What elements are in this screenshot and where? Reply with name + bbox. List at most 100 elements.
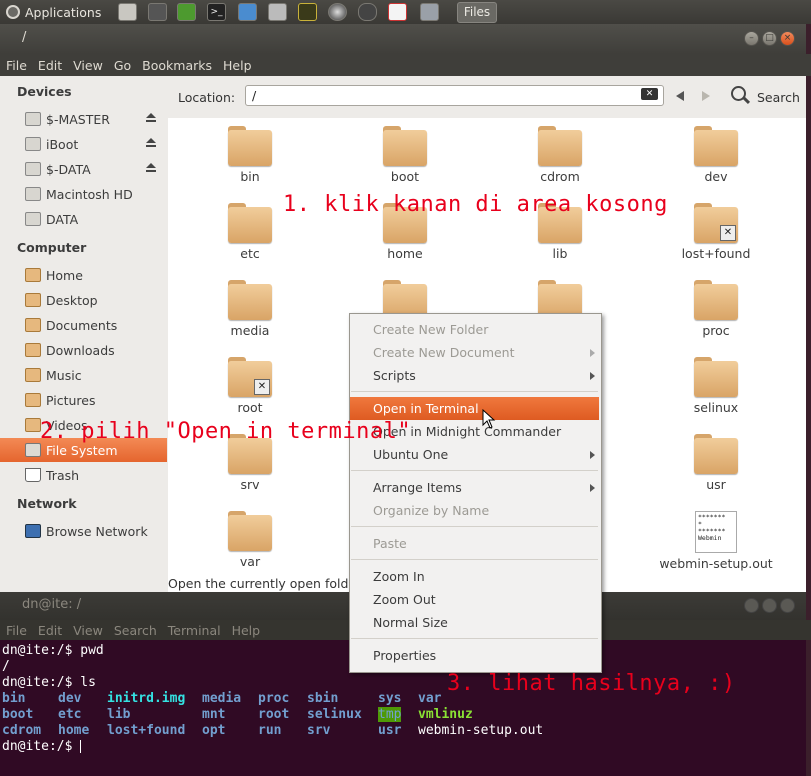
eject-icon[interactable] — [146, 138, 156, 148]
folder-item[interactable]: usr — [656, 434, 776, 508]
sidebar-item-data-volume[interactable]: $-DATA — [0, 157, 167, 181]
folder-item[interactable]: dev — [656, 126, 776, 200]
eject-icon[interactable] — [146, 113, 156, 123]
folder-item[interactable]: cdrom — [500, 126, 620, 200]
folder-label: bin — [240, 169, 260, 184]
ls-entry: lost+found — [107, 723, 186, 738]
menu-item-organize-by-name[interactable]: Organize by Name — [350, 499, 599, 522]
menu-item-paste[interactable]: Paste — [350, 532, 599, 555]
webcam-launcher-icon[interactable] — [358, 3, 377, 21]
menu-item-zoom-out[interactable]: Zoom Out — [350, 588, 599, 611]
gimp-launcher-icon[interactable] — [268, 3, 287, 21]
system-monitor-launcher-icon[interactable] — [298, 3, 317, 21]
terminal-minimize-button[interactable] — [744, 598, 759, 613]
term-menu-file[interactable]: File — [6, 623, 27, 638]
menu-item-scripts[interactable]: Scripts — [350, 364, 599, 387]
folder-item[interactable]: var — [190, 511, 310, 585]
menu-help[interactable]: Help — [223, 58, 252, 73]
sidebar-item-trash[interactable]: Trash — [0, 463, 167, 487]
folder-label: boot — [390, 169, 420, 184]
close-button[interactable]: × — [780, 31, 795, 46]
android-launcher-icon[interactable] — [177, 3, 196, 21]
file-manager-menubar: File Edit View Go Bookmarks Help — [0, 54, 811, 76]
forward-arrow-icon[interactable] — [702, 91, 710, 101]
folder-item[interactable]: media — [190, 280, 310, 354]
folder-icon — [228, 126, 272, 166]
menu-edit[interactable]: Edit — [38, 58, 62, 73]
menu-go[interactable]: Go — [114, 58, 131, 73]
menu-file[interactable]: File — [6, 58, 27, 73]
minimize-button[interactable]: – — [744, 31, 759, 46]
menu-bookmarks[interactable]: Bookmarks — [142, 58, 212, 73]
folder-item[interactable]: srv — [190, 434, 310, 508]
search-button[interactable]: Search — [757, 90, 800, 105]
term-menu-view[interactable]: View — [73, 623, 103, 638]
clear-location-icon[interactable]: ✕ — [641, 88, 658, 100]
file-manager-launcher-icon[interactable] — [118, 3, 137, 21]
terminal-launcher-icon[interactable]: >_ — [207, 3, 226, 21]
menu-item-zoom-in[interactable]: Zoom In — [350, 565, 599, 588]
folder-label: lib — [552, 246, 568, 261]
menu-item-open-in-terminal[interactable]: Open in Terminal — [350, 397, 599, 420]
package-launcher-icon[interactable] — [420, 3, 439, 21]
applications-menu[interactable]: Applications — [6, 3, 101, 21]
sidebar-item-music[interactable]: Music — [0, 363, 167, 387]
menu-item-ubuntu-one[interactable]: Ubuntu One — [350, 443, 599, 466]
file-item[interactable]: ******* * ******* Webmin webmin-setup.out — [654, 511, 778, 585]
ls-entry: tmp — [378, 707, 402, 722]
maximize-button[interactable]: □ — [762, 31, 777, 46]
eject-icon[interactable] — [146, 163, 156, 173]
folder-item[interactable]: bin — [190, 126, 310, 200]
ls-entry: boot — [2, 707, 34, 722]
term-menu-terminal[interactable]: Terminal — [168, 623, 221, 638]
ls-entry: selinux — [307, 707, 362, 722]
places-sidebar: Devices $-MASTER iBoot $-DATA Macintosh … — [0, 76, 169, 592]
sidebar-item-data[interactable]: DATA — [0, 207, 167, 231]
browser-launcher-icon[interactable] — [238, 3, 257, 21]
folder-item[interactable]: ✕ lost+found — [656, 203, 776, 277]
folder-item[interactable]: selinux — [656, 357, 776, 431]
folder-icon — [228, 203, 272, 243]
menu-item-normal-size[interactable]: Normal Size — [350, 611, 599, 634]
folder-label: home — [387, 246, 423, 261]
sidebar-item-macintosh-hd[interactable]: Macintosh HD — [0, 182, 167, 206]
sidebar-item-pictures[interactable]: Pictures — [0, 388, 167, 412]
sidebar-item-home[interactable]: Home — [0, 263, 167, 287]
folder-label: media — [230, 323, 270, 338]
terminal-maximize-button[interactable] — [762, 598, 777, 613]
disc-launcher-icon[interactable] — [328, 3, 347, 21]
folder-label: dev — [704, 169, 728, 184]
location-input[interactable]: / — [245, 85, 664, 106]
menu-view[interactable]: View — [73, 58, 103, 73]
submenu-arrow-icon — [590, 484, 595, 492]
ls-entry: lib — [107, 707, 131, 722]
folder-item[interactable]: boot — [345, 126, 465, 200]
menu-item-arrange-items[interactable]: Arrange Items — [350, 476, 599, 499]
sidebar-item-desktop[interactable]: Desktop — [0, 288, 167, 312]
folder-icon — [228, 280, 272, 320]
menu-item-create-new-document[interactable]: Create New Document — [350, 341, 599, 364]
menu-item-properties[interactable]: Properties — [350, 644, 599, 667]
term-menu-help[interactable]: Help — [232, 623, 261, 638]
sidebar-item-iboot[interactable]: iBoot — [0, 132, 167, 156]
settings-launcher-icon[interactable] — [148, 3, 167, 21]
term-menu-search[interactable]: Search — [114, 623, 157, 638]
sidebar-item-master[interactable]: $-MASTER — [0, 107, 167, 131]
files-taskbar-button[interactable]: Files — [457, 2, 497, 23]
file-manager-titlebar[interactable]: / – □ × — [0, 24, 806, 54]
ls-entry: cdrom — [2, 723, 42, 738]
folder-item[interactable]: proc — [656, 280, 776, 354]
location-label: Location: — [178, 90, 236, 105]
sidebar-item-documents[interactable]: Documents — [0, 313, 167, 337]
folder-label: cdrom — [540, 169, 580, 184]
folder-label: var — [239, 554, 261, 569]
pdf-launcher-icon[interactable] — [388, 3, 407, 21]
term-menu-edit[interactable]: Edit — [38, 623, 62, 638]
sidebar-item-downloads[interactable]: Downloads — [0, 338, 167, 362]
applications-label: Applications — [25, 4, 102, 20]
folder-icon — [694, 280, 738, 320]
sidebar-item-browse-network[interactable]: Browse Network — [0, 519, 167, 543]
terminal-close-button[interactable] — [780, 598, 795, 613]
back-arrow-icon[interactable] — [676, 91, 684, 101]
menu-item-create-new-folder[interactable]: Create New Folder — [350, 318, 599, 341]
